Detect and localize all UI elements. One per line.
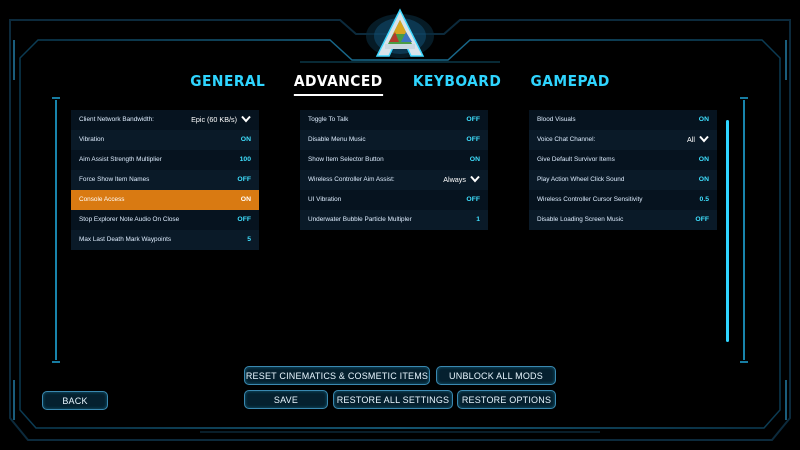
setting-label: Vibration <box>79 136 105 144</box>
setting-label: Client Network Bandwidth: <box>79 116 154 124</box>
setting-value: ON <box>469 156 480 164</box>
setting-label: Disable Loading Screen Music <box>537 216 624 224</box>
setting-voice-chat-channel[interactable]: Voice Chat Channel: All <box>529 129 717 150</box>
setting-ui-vibration[interactable]: UI Vibration OFF <box>300 189 488 210</box>
setting-label: Voice Chat Channel: <box>537 136 596 144</box>
setting-vibration[interactable]: Vibration ON <box>71 129 259 150</box>
tab-general[interactable]: GENERAL <box>190 70 265 96</box>
setting-value: ON <box>698 156 709 164</box>
setting-aim-assist-strength[interactable]: Aim Assist Strength Multiplier 100 <box>71 149 259 170</box>
setting-value: ON <box>698 116 709 124</box>
save-button[interactable]: SAVE <box>244 390 328 409</box>
ark-logo <box>363 6 437 62</box>
setting-value: 100 <box>239 156 251 164</box>
setting-value: ON <box>240 196 251 204</box>
setting-disable-loading-screen-music[interactable]: Disable Loading Screen Music OFF <box>529 209 717 230</box>
setting-value: ON <box>698 176 709 184</box>
setting-label: Give Default Survivor Items <box>537 156 615 164</box>
setting-show-item-selector[interactable]: Show Item Selector Button ON <box>300 149 488 170</box>
setting-client-network-bandwidth[interactable]: Client Network Bandwidth: Epic (60 KB/s) <box>71 110 259 130</box>
setting-disable-menu-music[interactable]: Disable Menu Music OFF <box>300 129 488 150</box>
setting-label: Underwater Bubble Particle Multipler <box>308 216 412 224</box>
setting-stop-explorer-note-audio[interactable]: Stop Explorer Note Audio On Close OFF <box>71 209 259 230</box>
setting-value: 5 <box>247 236 251 244</box>
tab-advanced[interactable]: ADVANCED <box>294 70 383 96</box>
setting-max-death-waypoints[interactable]: Max Last Death Mark Waypoints 5 <box>71 229 259 250</box>
setting-value: OFF <box>466 136 480 144</box>
setting-label: Max Last Death Mark Waypoints <box>79 236 172 244</box>
settings-tabs: GENERAL ADVANCED KEYBOARD GAMEPAD <box>0 70 800 96</box>
unblock-all-mods-button[interactable]: UNBLOCK ALL MODS <box>436 366 556 385</box>
setting-value: OFF <box>466 196 480 204</box>
setting-value: OFF <box>695 216 709 224</box>
setting-blood-visuals[interactable]: Blood Visuals ON <box>529 110 717 130</box>
setting-label: Blood Visuals <box>537 116 576 124</box>
setting-label: Toggle To Talk <box>308 116 349 124</box>
setting-controller-aim-assist[interactable]: Wireless Controller Aim Assist: Always <box>300 169 488 190</box>
setting-label: Show Item Selector Button <box>308 156 384 164</box>
setting-action-wheel-click-sound[interactable]: Play Action Wheel Click Sound ON <box>529 169 717 190</box>
settings-column-right: Blood Visuals ON Voice Chat Channel: All… <box>529 110 717 230</box>
setting-force-show-item-names[interactable]: Force Show Item Names OFF <box>71 169 259 190</box>
chevron-down-icon[interactable] <box>241 115 251 123</box>
settings-column-left: Client Network Bandwidth: Epic (60 KB/s)… <box>71 110 259 250</box>
back-button[interactable]: BACK <box>42 391 108 410</box>
dropdown-value: Always <box>443 175 466 185</box>
setting-console-access[interactable]: Console Access ON <box>71 189 259 210</box>
restore-options-button[interactable]: RESTORE OPTIONS <box>457 390 556 409</box>
setting-give-default-survivor-items[interactable]: Give Default Survivor Items ON <box>529 149 717 170</box>
setting-label: Stop Explorer Note Audio On Close <box>79 216 180 224</box>
setting-controller-cursor-sensitivity[interactable]: Wireless Controller Cursor Sensitivity 0… <box>529 189 717 210</box>
setting-label: Play Action Wheel Click Sound <box>537 176 625 184</box>
restore-all-settings-button[interactable]: RESTORE ALL SETTINGS <box>333 390 453 409</box>
setting-value: OFF <box>237 216 251 224</box>
settings-column-middle: Toggle To Talk OFF Disable Menu Music OF… <box>300 110 488 230</box>
setting-value: 0.5 <box>699 196 709 204</box>
setting-label: Console Access <box>79 196 125 204</box>
tab-gamepad[interactable]: GAMEPAD <box>530 70 609 96</box>
chevron-down-icon[interactable] <box>699 135 709 143</box>
setting-value: OFF <box>466 116 480 124</box>
scrollbar[interactable] <box>726 120 729 342</box>
setting-toggle-to-talk[interactable]: Toggle To Talk OFF <box>300 110 488 130</box>
setting-value: 1 <box>476 216 480 224</box>
setting-value: ON <box>240 136 251 144</box>
dropdown-value: Epic (60 KB/s) <box>191 115 237 125</box>
tab-keyboard[interactable]: KEYBOARD <box>413 70 501 96</box>
setting-label: Wireless Controller Cursor Sensitivity <box>537 196 643 204</box>
setting-label: Aim Assist Strength Multiplier <box>79 156 162 164</box>
setting-underwater-bubble-multiplier[interactable]: Underwater Bubble Particle Multipler 1 <box>300 209 488 230</box>
setting-label: Wireless Controller Aim Assist: <box>308 176 395 184</box>
dropdown-value: All <box>687 135 695 145</box>
setting-value: OFF <box>237 176 251 184</box>
chevron-down-icon[interactable] <box>470 175 480 183</box>
setting-label: Force Show Item Names <box>79 176 150 184</box>
reset-cinematics-button[interactable]: RESET CINEMATICS & COSMETIC ITEMS <box>244 366 430 385</box>
setting-label: Disable Menu Music <box>308 136 366 144</box>
setting-label: UI Vibration <box>308 196 342 204</box>
